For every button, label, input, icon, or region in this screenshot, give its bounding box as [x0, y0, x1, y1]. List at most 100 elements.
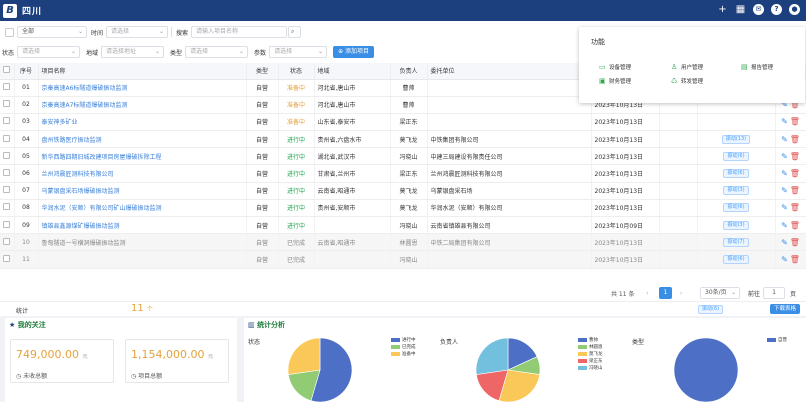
row-checkbox[interactable] [0, 182, 15, 200]
vibration-tag[interactable]: 振动(13) [721, 134, 751, 144]
project-type: 自营 [246, 113, 279, 132]
delete-icon[interactable]: 🗑 [790, 152, 800, 161]
project-name-link[interactable]: 乌蒙银盘采石场爆破振动监测 [38, 182, 247, 200]
pager-next-button[interactable]: › [680, 290, 682, 297]
edit-icon[interactable]: ✎ [781, 255, 788, 264]
project-name-link[interactable]: 新华西路四期旧城改建项目房屋爆破拆除工程 [38, 147, 247, 166]
menu-finance-management[interactable]: ▣ 财务管理 [599, 77, 631, 85]
vibration-tag[interactable]: 振动(6) [723, 203, 749, 213]
vibration-tag[interactable]: 振动(3) [723, 220, 749, 230]
add-project-button[interactable]: ⊕ 添加项目 [333, 46, 375, 58]
project-type: 自营 [246, 130, 279, 149]
row-checkbox[interactable] [0, 147, 15, 166]
table-row[interactable]: 05 新华西路四期旧城改建项目房屋爆破拆除工程 自营 进行中 湖北省,武汉市 冯晓山 中建三… [0, 147, 806, 166]
row-checkbox[interactable] [0, 130, 15, 149]
vibration-tag[interactable]: 振动(6) [723, 151, 749, 161]
project-name-link[interactable]: 京秦高速A6标隧道爆破振动监测 [38, 79, 247, 97]
empty-cell [659, 250, 698, 269]
project-name-link[interactable]: 鲁甸隧道一号横洞爆破振动监测 [38, 233, 247, 252]
legend-item[interactable]: 自营 [767, 336, 787, 343]
goto-input[interactable]: 1 [763, 287, 785, 299]
download-table-button[interactable]: 下载表格 [770, 304, 801, 314]
row-checkbox[interactable] [0, 199, 15, 218]
delete-icon[interactable]: 🗑 [790, 169, 800, 178]
menu-forward-management[interactable]: ♺ 转发管理 [671, 77, 703, 85]
row-checkbox[interactable] [0, 113, 15, 132]
delete-icon[interactable]: 🗑 [790, 186, 800, 195]
project-name-link[interactable]: 兰州鸿晨匠测科技有限公司 [38, 164, 247, 183]
project-name-link[interactable]: 泰安神多矿业 [38, 113, 247, 132]
edit-icon[interactable]: ✎ [781, 135, 788, 144]
vibration-tag[interactable]: 振动(6) [723, 169, 749, 179]
edit-icon[interactable]: ✎ [781, 186, 788, 195]
grid-icon[interactable]: ▦ [735, 4, 746, 15]
project-name-link[interactable] [38, 250, 247, 269]
message-icon[interactable]: ✉ [753, 4, 764, 15]
region-select[interactable]: 请选择地址 ⌄ [101, 46, 165, 58]
row-checkbox[interactable] [0, 216, 15, 235]
search-button[interactable]: ⌕ [288, 26, 302, 38]
table-row[interactable]: 09 镇雄县鑫源煤矿爆破振动监测 自营 进行中 冯晓山 云南省镇雄县有限公司 2023年10… [0, 216, 806, 235]
table-row[interactable]: 11 自营 已完成 冯晓山 2023年10月13日 振动(6) ✎ 🗑 [0, 250, 806, 269]
project-name-link[interactable]: 华润水泥（安顺）有限公司矿山爆破振动监测 [38, 199, 247, 218]
edit-icon[interactable]: ✎ [781, 203, 788, 212]
delete-icon[interactable]: 🗑 [790, 203, 800, 212]
project-region [314, 250, 391, 269]
edit-icon[interactable]: ✎ [781, 152, 788, 161]
param-select[interactable]: 请选择 ⌄ [269, 46, 328, 58]
user-avatar-icon[interactable]: ● [789, 4, 800, 15]
pager-page-1[interactable]: 1 [659, 287, 672, 299]
edit-icon[interactable]: ✎ [781, 221, 788, 230]
row-checkbox[interactable] [0, 79, 15, 97]
status-select[interactable]: 请选择 ⌄ [17, 46, 81, 58]
row-checkbox[interactable] [0, 96, 15, 114]
delete-icon[interactable]: 🗑 [790, 238, 800, 247]
vibration-tag[interactable]: 振动(6) [723, 254, 749, 264]
menu-device-management[interactable]: ▭ 设备管理 [599, 63, 631, 71]
page-size-select[interactable]: 30条/页 ⌄ [700, 287, 740, 299]
empty-cell [659, 113, 698, 132]
edit-icon[interactable]: ✎ [781, 238, 788, 247]
col-header: 状态 [278, 63, 315, 80]
row-actions: ✎ 🗑 [775, 250, 806, 269]
select-all-checkbox[interactable] [0, 63, 15, 80]
delete-icon[interactable]: 🗑 [790, 221, 800, 230]
pie-chart-2: 类型 自营 [244, 318, 806, 402]
table-row[interactable]: 06 兰州鸿晨匠测科技有限公司 自营 进行中 甘肃省,兰州市 梁正东 兰州鸿晨匠测科技有限公… [0, 164, 806, 183]
edit-icon[interactable]: ✎ [781, 117, 788, 126]
vibration-tag[interactable]: 振动(3) [723, 186, 749, 196]
time-select[interactable]: 请选择 ⌄ [106, 26, 169, 38]
pie-slice[interactable] [673, 337, 739, 402]
project-name-link[interactable]: 京秦高速A7标隧道爆破振动监测 [38, 96, 247, 114]
project-type: 自营 [246, 199, 279, 218]
vibration-tag-cell [697, 113, 776, 132]
project-type: 自营 [246, 79, 279, 97]
scope-select[interactable]: 全部 ⌄ [17, 26, 87, 38]
row-checkbox[interactable] [0, 233, 15, 252]
add-icon[interactable]: + [717, 4, 728, 15]
menu-report-management[interactable]: ▤ 报告管理 [741, 63, 773, 71]
project-total-card: 1,154,000.00 元 ◷ 项目总额 [125, 339, 229, 383]
row-checkbox[interactable] [0, 164, 15, 183]
table-row[interactable]: 08 华润水泥（安顺）有限公司矿山爆破振动监测 自营 进行中 贵州省,安顺市 莫飞龙 华润水… [0, 199, 806, 218]
stats-row: 统计 11 个 振动(6) 下载表格 [0, 301, 806, 316]
table-row[interactable]: 10 鲁甸隧道一号横洞爆破振动监测 自营 已完成 云南省,昭通市 林圆恩 中铁二局集团有限公… [0, 233, 806, 252]
table-row[interactable]: 07 乌蒙银盘采石场爆破振动监测 自营 进行中 云南省,昭通市 莫飞龙 乌蒙银盘采石场 202… [0, 182, 806, 200]
search-input[interactable]: 请输入项目名称 [191, 26, 288, 38]
project-name-link[interactable]: 盘州铁路医疗振动监测 [38, 130, 247, 149]
menu-user-management[interactable]: ♙ 用户管理 [671, 63, 703, 71]
project-name-link[interactable]: 镇雄县鑫源煤矿爆破振动监测 [38, 216, 247, 235]
delete-icon[interactable]: 🗑 [790, 255, 800, 264]
stats-tag[interactable]: 振动(6) [698, 305, 724, 314]
row-checkbox[interactable] [0, 250, 15, 269]
table-row[interactable]: 04 盘州铁路医疗振动监测 自营 进行中 贵州省,六盘水市 莫飞龙 中铁集团有限公司 2023… [0, 130, 806, 149]
pager-prev-button[interactable]: ‹ [646, 290, 648, 297]
delete-icon[interactable]: 🗑 [790, 117, 800, 126]
delete-icon[interactable]: 🗑 [790, 135, 800, 144]
vibration-tag-cell: 振动(3) [697, 182, 776, 200]
help-icon[interactable]: ? [771, 4, 782, 15]
table-row[interactable]: 03 泰安神多矿业 自营 准备中 山东省,泰安市 梁正东 2023年10月13日 ✎ 🗑 [0, 113, 806, 132]
edit-icon[interactable]: ✎ [781, 169, 788, 178]
type-select[interactable]: 请选择 ⌄ [185, 46, 249, 58]
vibration-tag[interactable]: 振动(7) [723, 237, 749, 247]
